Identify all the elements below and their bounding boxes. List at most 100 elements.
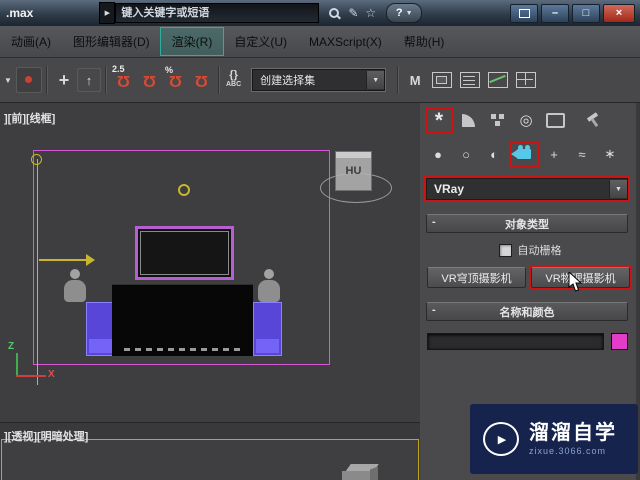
- layers-icon[interactable]: [460, 72, 481, 88]
- autogrid-checkbox[interactable]: [498, 243, 512, 257]
- named-selection-set-combo[interactable]: 创建选择集 ▼: [252, 69, 386, 91]
- menu-animation[interactable]: 动画(A): [0, 28, 62, 55]
- statue-body: [64, 280, 86, 302]
- percent-snap-button[interactable]: % Ω: [163, 64, 187, 96]
- name-color-row: [427, 333, 628, 350]
- tab-hierarchy[interactable]: [485, 109, 509, 131]
- hierarchy-tab-icon: [489, 113, 505, 127]
- watermark-title: 溜溜自学: [529, 422, 617, 444]
- statue-right: [254, 269, 284, 303]
- subtab-cameras[interactable]: [511, 143, 537, 165]
- spacewarps-icon: ≈: [578, 146, 586, 162]
- rollout-title: 名称和颜色: [499, 306, 555, 319]
- selection-set-value: 创建选择集: [260, 75, 316, 87]
- curve-editor-icon[interactable]: [488, 72, 509, 88]
- main-toolbar: ▼ + ↑ 2.5 Ω Ω % Ω Ω {} ABC 创建选择集 ▼ M: [0, 58, 640, 103]
- star-icon[interactable]: ☆: [365, 7, 376, 19]
- schematic-view-icon[interactable]: [516, 72, 537, 88]
- axis-x-line: [16, 375, 46, 377]
- edit-named-selections-button[interactable]: {} ABC: [226, 70, 242, 89]
- spinner-snap-button[interactable]: Ω: [189, 64, 213, 96]
- pen-icon[interactable]: ✎: [348, 7, 358, 19]
- rollout-title: 对象类型: [505, 218, 549, 231]
- create-tab-icon: *: [434, 108, 444, 132]
- speaker-right: [253, 302, 282, 356]
- tab-display[interactable]: [543, 109, 567, 131]
- minimize-button[interactable]: –: [541, 4, 569, 23]
- tab-motion[interactable]: ◎: [514, 109, 538, 131]
- viewport-persp-label[interactable]: ][透视][明暗处理]: [4, 428, 88, 444]
- menu-help[interactable]: 帮助(H): [393, 28, 456, 55]
- menu-customize[interactable]: 自定义(U): [223, 28, 298, 55]
- select-place-icon[interactable]: [16, 67, 42, 93]
- help-button[interactable]: ? ▼: [386, 3, 423, 23]
- helpers-icon: +: [550, 146, 558, 162]
- infocenter-search: ▶: [99, 2, 320, 24]
- hu-box: HU: [335, 151, 372, 191]
- category-dropdown[interactable]: VRay ▼: [426, 178, 628, 200]
- window-controls: – □ ×: [510, 4, 635, 23]
- motion-tab-icon: ◎: [519, 112, 533, 129]
- speaker-left: [86, 302, 115, 356]
- angle-snap-button[interactable]: Ω: [137, 64, 161, 96]
- snap-toggle-button[interactable]: 2.5 Ω: [111, 64, 135, 96]
- subtab-shapes[interactable]: ○: [455, 143, 477, 165]
- workspace-button[interactable]: [510, 4, 538, 23]
- watermark-subtitle: zixue.3066.com: [529, 446, 607, 456]
- menu-rendering[interactable]: 渲染(R): [159, 27, 225, 56]
- titlebar: .max ▶ ✎ ☆ ? ▼ – □ ×: [0, 0, 640, 26]
- search-icon[interactable]: [328, 7, 341, 20]
- select-manipulate-icon[interactable]: ↑: [77, 68, 101, 92]
- rollout-object-type[interactable]: - 对象类型: [426, 214, 628, 233]
- chevron-down-icon[interactable]: ▼: [609, 180, 627, 198]
- autogrid-label: 自动栅格: [517, 245, 562, 257]
- vr-dome-camera-button[interactable]: VR穹顶摄影机: [427, 267, 526, 288]
- tab-modify[interactable]: [456, 109, 480, 131]
- collapse-icon: -: [432, 216, 436, 228]
- subtab-systems[interactable]: ∗: [599, 143, 621, 165]
- search-input[interactable]: [115, 3, 320, 23]
- snap-magnet-icon: Ω: [142, 72, 156, 89]
- tab-create[interactable]: *: [427, 109, 451, 131]
- viewport-front[interactable]: ][前][线框] HU Z X: [0, 102, 421, 423]
- chevron-down-icon: ▼: [405, 9, 413, 17]
- chevron-down-icon[interactable]: ▼: [366, 71, 385, 89]
- subtab-helpers[interactable]: +: [543, 143, 565, 165]
- maximize-button[interactable]: □: [572, 4, 600, 23]
- menu-graph-editors[interactable]: 图形编辑器(D): [62, 28, 161, 55]
- tab-utilities[interactable]: [572, 109, 596, 131]
- subtab-spacewarps[interactable]: ≈: [571, 143, 593, 165]
- window-title: .max: [6, 6, 34, 20]
- play-icon: ▶: [483, 422, 519, 456]
- abc-label: ABC: [226, 81, 242, 88]
- yellow-arrow-shaft: [39, 259, 87, 261]
- watermark: ▶ 溜溜自学 zixue.3066.com: [470, 404, 638, 474]
- menu-maxscript[interactable]: MAXScript(X): [298, 30, 393, 54]
- viewport-perspective[interactable]: ][透视][明暗处理]: [0, 422, 420, 480]
- systems-icon: ∗: [604, 146, 616, 161]
- menubar: 动画(A) 图形编辑器(D) 渲染(R) 自定义(U) MAXScript(X)…: [0, 26, 640, 58]
- cube-side-face: [370, 466, 378, 480]
- subtab-geometry[interactable]: ●: [427, 143, 449, 165]
- close-button[interactable]: ×: [603, 4, 635, 23]
- subtab-lights[interactable]: ◐: [483, 143, 505, 165]
- align-icon[interactable]: [432, 72, 453, 88]
- move-icon[interactable]: +: [52, 64, 76, 96]
- viewport-front-label[interactable]: ][前][线框]: [4, 110, 55, 126]
- collapse-icon: -: [432, 304, 436, 316]
- lights-icon: ◐: [490, 146, 498, 162]
- object-name-input[interactable]: [427, 333, 604, 350]
- rollout-name-color[interactable]: - 名称和颜色: [426, 302, 628, 321]
- tv-screen: [135, 226, 234, 280]
- autogrid-row: 自动栅格: [420, 242, 640, 258]
- cube-front-face: [342, 471, 370, 480]
- toolbar-overflow-button[interactable]: ▼: [1, 64, 15, 96]
- yellow-arrow-head: [86, 254, 95, 266]
- utilities-tab-icon: [586, 112, 596, 128]
- color-swatch[interactable]: [611, 333, 628, 350]
- mirror-icon[interactable]: M: [403, 64, 427, 96]
- statue-head: [264, 269, 274, 279]
- search-history-button[interactable]: ▶: [99, 2, 116, 24]
- shapes-icon: ○: [462, 146, 470, 162]
- statue-left: [60, 269, 90, 303]
